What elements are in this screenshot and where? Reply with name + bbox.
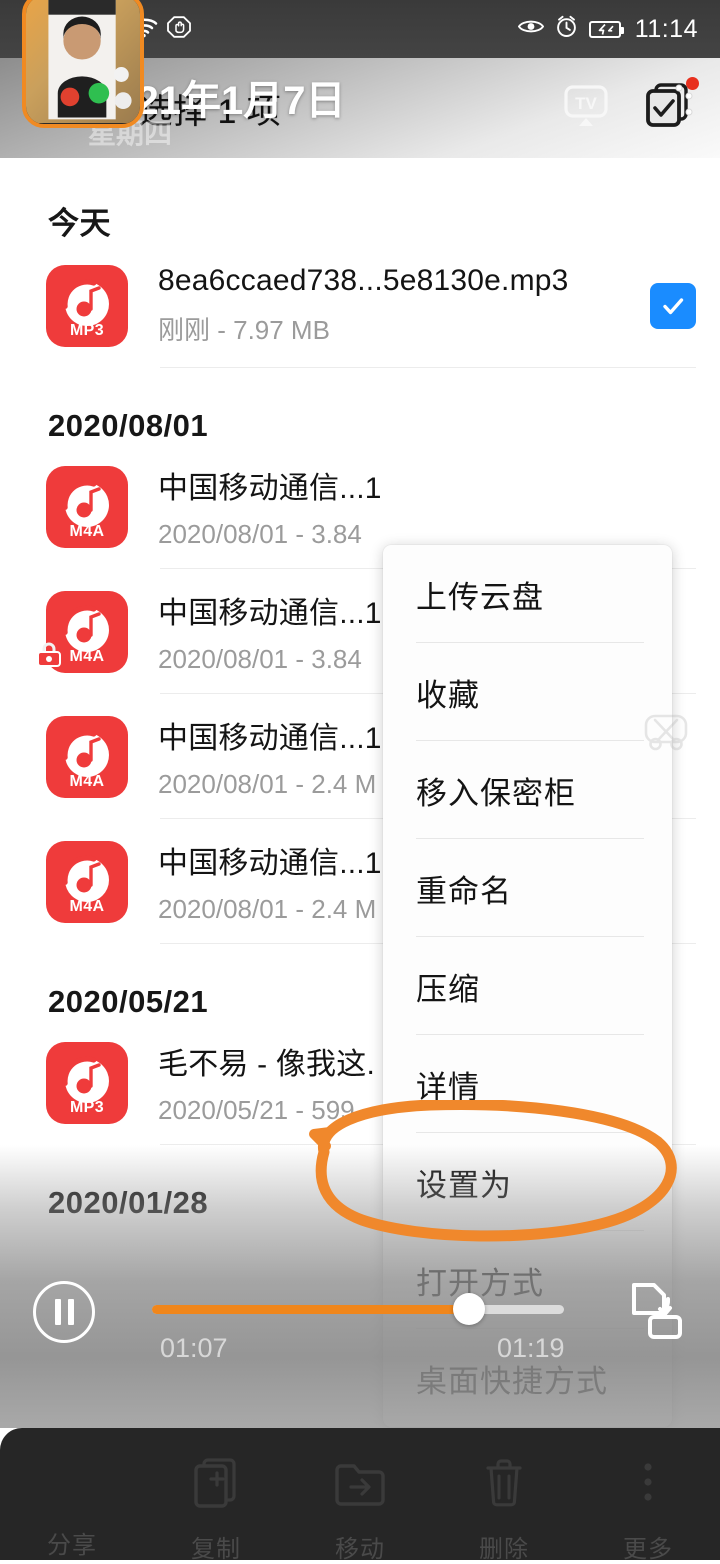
file-type-icon: M4A (46, 591, 128, 673)
menu-item-label: 移入保密柜 (416, 768, 576, 813)
menu-item-label: 上传云盘 (416, 572, 544, 617)
file-row[interactable]: MP3 8ea6ccaed738...5e8130e.mp3 刚刚 - 7.97 M… (0, 243, 720, 368)
battery-charging-icon (589, 21, 621, 38)
status-bar-right-icons: 11:14 (518, 15, 698, 44)
more-dots-icon (619, 1454, 677, 1517)
toolbar-item-2[interactable]: 复制 (144, 1428, 288, 1564)
current-time-label: 01:07 (160, 1333, 228, 1364)
pause-icon[interactable] (33, 1281, 95, 1343)
tv-cast-icon[interactable]: TV (560, 80, 612, 137)
toolbar-item-label: 删除 (479, 1529, 529, 1564)
file-checkbox-checked[interactable] (650, 283, 696, 329)
move-folder-icon (331, 1454, 389, 1517)
alarm-icon (555, 15, 578, 43)
toolbar-item-label: 更多 (623, 1529, 673, 1564)
file-meta: 刚刚 - 7.97 MB (158, 310, 640, 347)
file-name: 8ea6ccaed738...5e8130e.mp3 (158, 264, 640, 298)
menu-item-4[interactable]: 重命名 (383, 839, 672, 937)
toolbar-item-1[interactable]: 分享 (0, 1428, 144, 1560)
share-thumbnail-icon[interactable] (22, 0, 144, 128)
menu-item-label: 设置为 (416, 1160, 512, 1205)
rotate-screen-icon[interactable] (620, 1277, 688, 1345)
bottom-toolbar[interactable]: 分享复制移动删除更多 (0, 1428, 720, 1560)
menu-item-6[interactable]: 详情 (383, 1035, 672, 1133)
toolbar-item-label: 复制 (191, 1529, 241, 1564)
eye-care-icon (518, 17, 544, 41)
share-thumbnail-icon (45, 1454, 99, 1513)
svg-text:TV: TV (575, 94, 597, 113)
notification-dot (686, 77, 699, 90)
file-extension-label: M4A (46, 898, 128, 916)
date-section-header: 今天 (0, 158, 720, 243)
select-all-icon[interactable] (642, 79, 696, 138)
progress-fill (152, 1305, 469, 1314)
file-type-icon: MP3 (46, 1042, 128, 1124)
toolbar-item-3[interactable]: 移动 (288, 1428, 432, 1564)
toolbar-item-4[interactable]: 删除 (432, 1428, 576, 1564)
file-extension-label: M4A (46, 523, 128, 541)
file-row-text: 8ea6ccaed738...5e8130e.mp3 刚刚 - 7.97 MB (158, 264, 640, 347)
action-bar-icons: TV (560, 79, 696, 138)
file-extension-label: MP3 (46, 1099, 128, 1117)
file-extension-label: MP3 (46, 322, 128, 340)
menu-item-label: 收藏 (416, 670, 480, 715)
toolbar-item-5[interactable]: 更多 (576, 1428, 720, 1564)
copy-icon (187, 1454, 245, 1517)
total-time-label: 01:19 (497, 1333, 565, 1364)
file-type-icon: M4A (46, 841, 128, 923)
status-bar-clock: 11:14 (635, 15, 698, 44)
file-row-text: 中国移动通信...12020/08/01 - 3.84 (158, 463, 650, 550)
row-divider (160, 367, 696, 368)
date-section-header: 2020/08/01 (0, 368, 720, 444)
menu-item-2[interactable]: 收藏 (383, 643, 672, 741)
menu-item-label: 打开方式 (416, 1258, 544, 1303)
menu-item-3[interactable]: 移入保密柜 (383, 741, 672, 839)
progress-knob[interactable] (453, 1293, 485, 1325)
menu-item-label: 重命名 (416, 866, 512, 911)
menu-item-7[interactable]: 设置为 (383, 1133, 672, 1231)
toolbar-item-label: 分享 (47, 1525, 97, 1560)
trash-icon (475, 1454, 533, 1517)
playback-progress-slider[interactable] (152, 1305, 564, 1314)
toolbar-item-label: 移动 (335, 1529, 385, 1564)
menu-item-1[interactable]: 上传云盘 (383, 545, 672, 643)
file-extension-label: M4A (46, 773, 128, 791)
do-not-disturb-icon (167, 15, 191, 44)
file-name: 中国移动通信...1 (158, 463, 650, 507)
file-type-icon: MP3 (46, 265, 128, 347)
menu-item-label: 详情 (416, 1062, 480, 1107)
menu-item-label: 压缩 (416, 964, 480, 1009)
menu-item-5[interactable]: 压缩 (383, 937, 672, 1035)
scissors-icon[interactable] (638, 706, 694, 762)
file-type-icon: M4A (46, 716, 128, 798)
file-type-icon: M4A (46, 466, 128, 548)
